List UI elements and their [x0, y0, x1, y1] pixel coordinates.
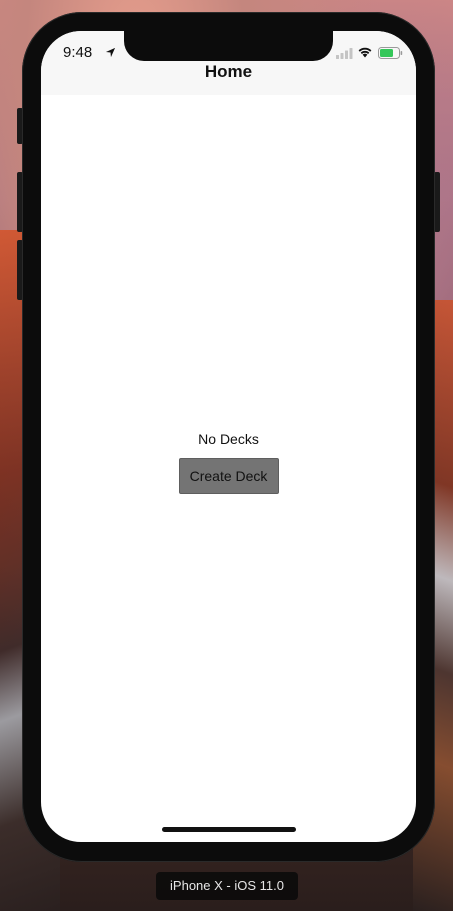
- wifi-icon: [358, 47, 372, 58]
- device-notch: [124, 31, 333, 61]
- app-screen: 9:48 Home No Decks Create Deck: [41, 31, 416, 842]
- location-arrow-icon: [105, 47, 116, 58]
- empty-state: No Decks Create Deck: [41, 431, 416, 494]
- page-title: Home: [204, 62, 253, 81]
- home-indicator[interactable]: [162, 827, 296, 832]
- cellular-signal-icon: [336, 48, 353, 59]
- navigation-bar: Home: [41, 62, 416, 95]
- create-deck-button[interactable]: Create Deck: [178, 458, 279, 494]
- simulator-device-label: iPhone X - iOS 11.0: [156, 872, 298, 900]
- battery-icon: [378, 47, 403, 59]
- no-decks-message: No Decks: [198, 431, 259, 447]
- status-time: 9:48: [63, 44, 93, 61]
